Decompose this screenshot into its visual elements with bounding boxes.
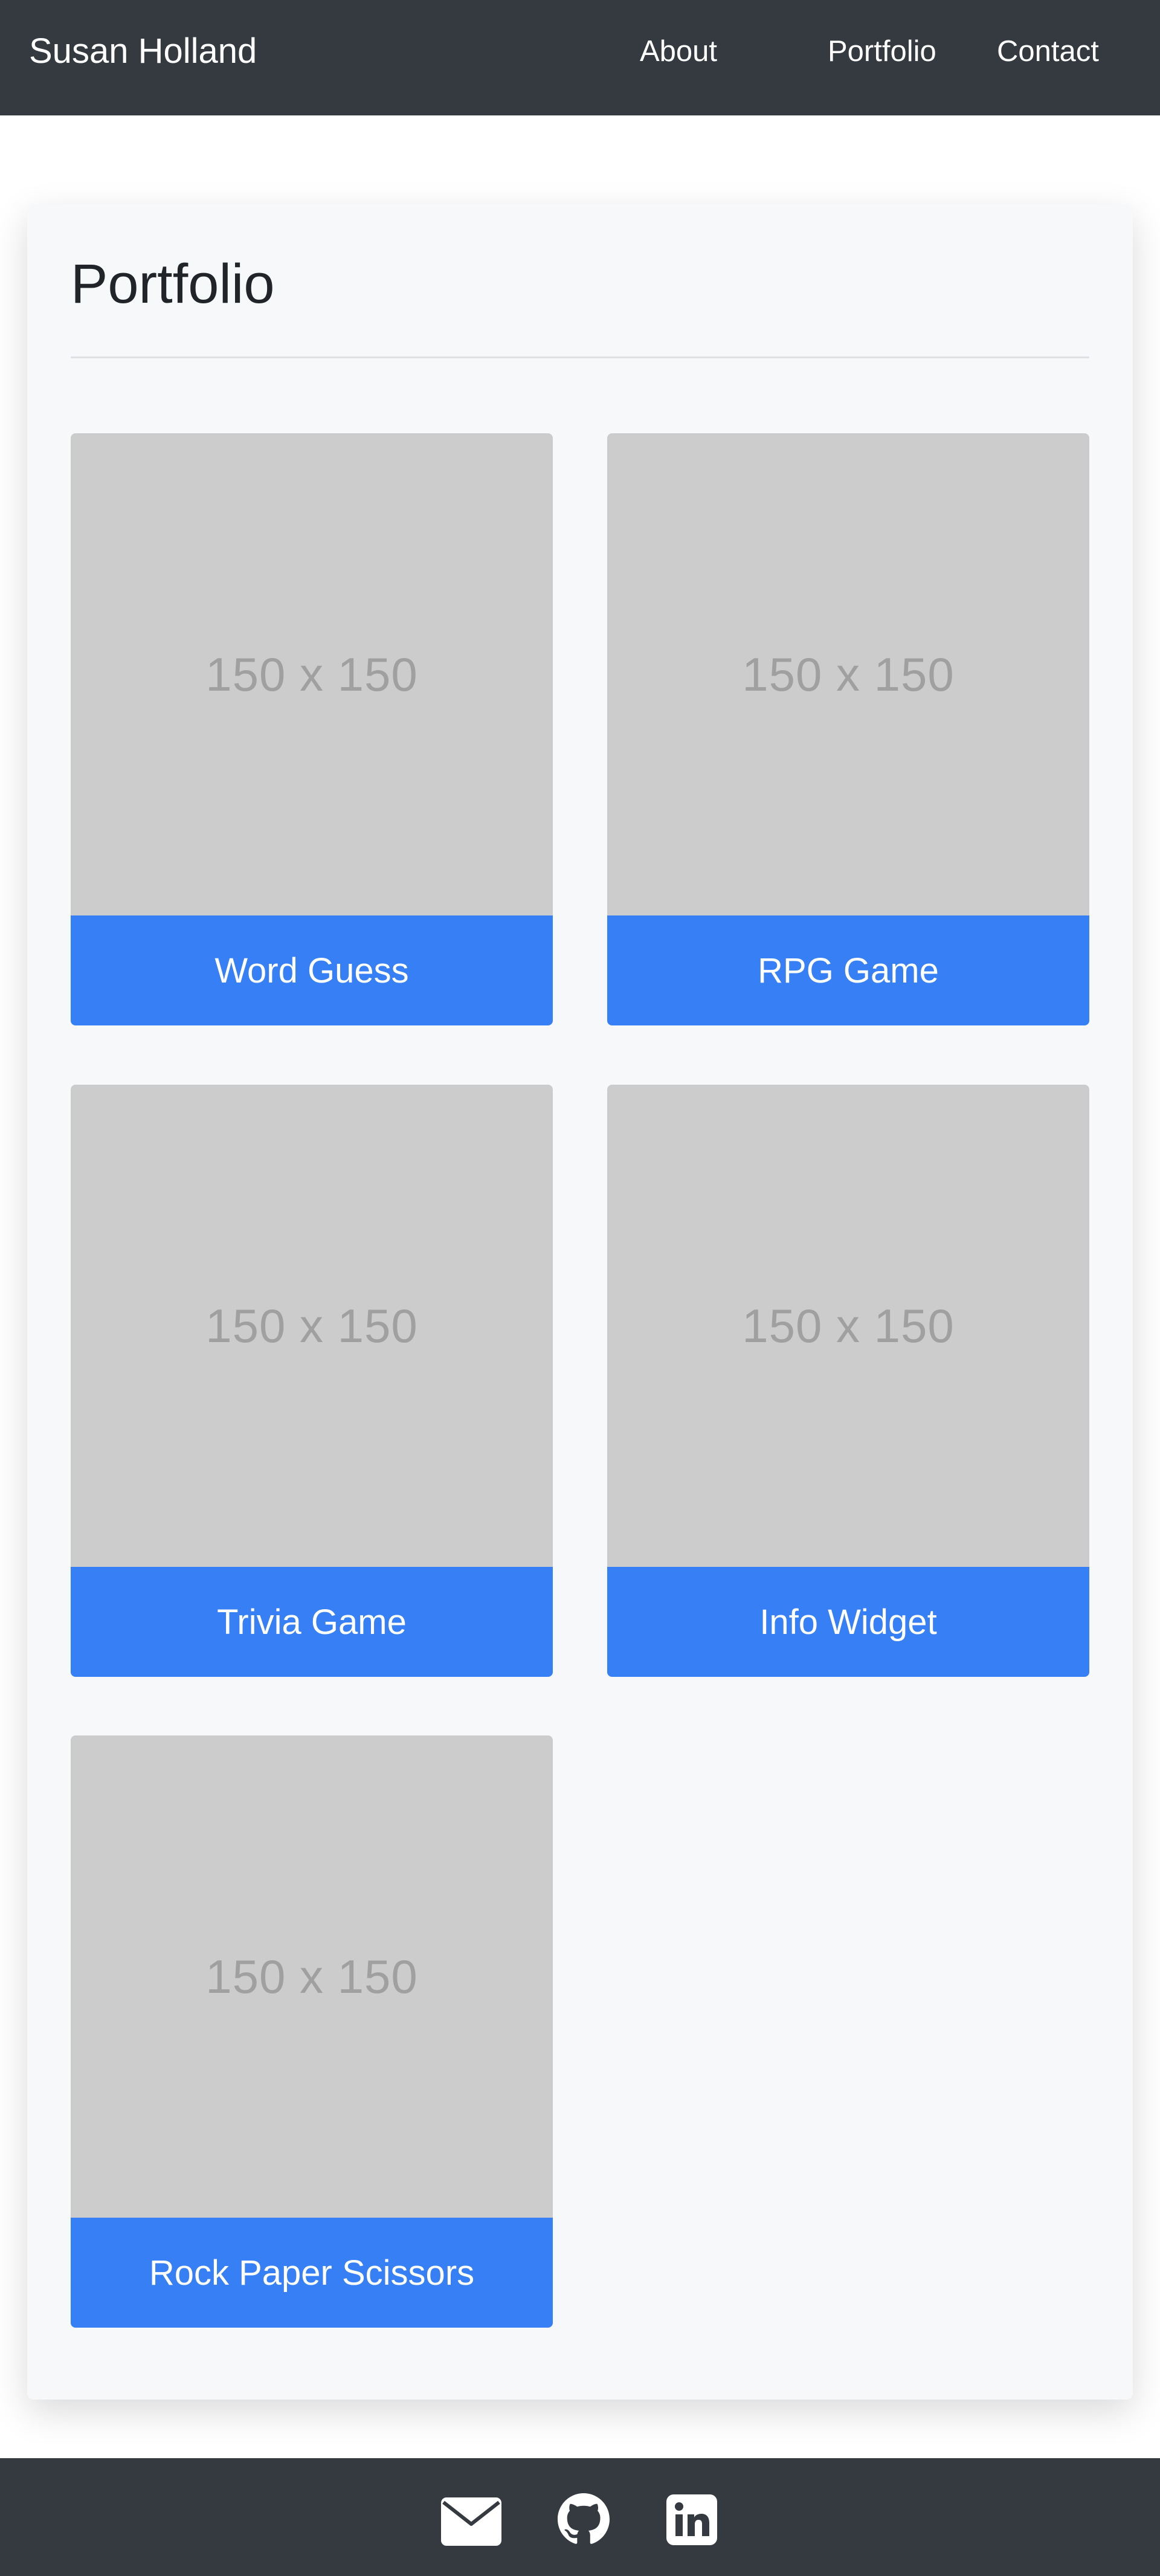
project-label[interactable]: RPG Game	[607, 915, 1089, 1025]
envelope-icon-graphic	[441, 2497, 501, 2546]
linkedin-icon-graphic	[666, 2494, 717, 2545]
divider	[71, 357, 1089, 358]
portfolio-card: Portfolio 150 x 150 Word Guess 150 x 150…	[27, 204, 1133, 2400]
portfolio-item-trivia-game[interactable]: 150 x 150 Trivia Game	[71, 1085, 553, 1677]
portfolio-item-word-guess[interactable]: 150 x 150 Word Guess	[71, 433, 553, 1025]
portfolio-item-info-widget[interactable]: 150 x 150 Info Widget	[607, 1085, 1089, 1677]
project-thumbnail: 150 x 150	[607, 1085, 1089, 1567]
github-icon-graphic	[558, 2493, 610, 2544]
project-label[interactable]: Info Widget	[607, 1567, 1089, 1677]
footer	[0, 2458, 1160, 2576]
project-thumbnail: 150 x 150	[71, 1085, 553, 1567]
project-label[interactable]: Word Guess	[71, 915, 553, 1025]
project-label[interactable]: Trivia Game	[71, 1567, 553, 1677]
project-thumbnail: 150 x 150	[71, 1735, 553, 2218]
nav-link-about[interactable]: About	[640, 34, 717, 68]
linkedin-icon[interactable]	[666, 2494, 717, 2545]
github-icon[interactable]	[558, 2493, 610, 2545]
portfolio-item-rpg-game[interactable]: 150 x 150 RPG Game	[607, 433, 1089, 1025]
portfolio-item-rock-paper-scissors[interactable]: 150 x 150 Rock Paper Scissors	[71, 1735, 553, 2328]
envelope-icon[interactable]	[441, 2497, 501, 2546]
nav-link-portfolio[interactable]: Portfolio	[828, 34, 936, 68]
nav-link-contact[interactable]: Contact	[997, 34, 1099, 68]
navbar: Susan Holland About Portfolio Contact	[0, 0, 1160, 115]
project-thumbnail: 150 x 150	[71, 433, 553, 915]
brand-link[interactable]: Susan Holland	[29, 0, 257, 103]
project-thumbnail: 150 x 150	[607, 433, 1089, 915]
page-title: Portfolio	[71, 253, 275, 315]
project-label[interactable]: Rock Paper Scissors	[71, 2218, 553, 2328]
